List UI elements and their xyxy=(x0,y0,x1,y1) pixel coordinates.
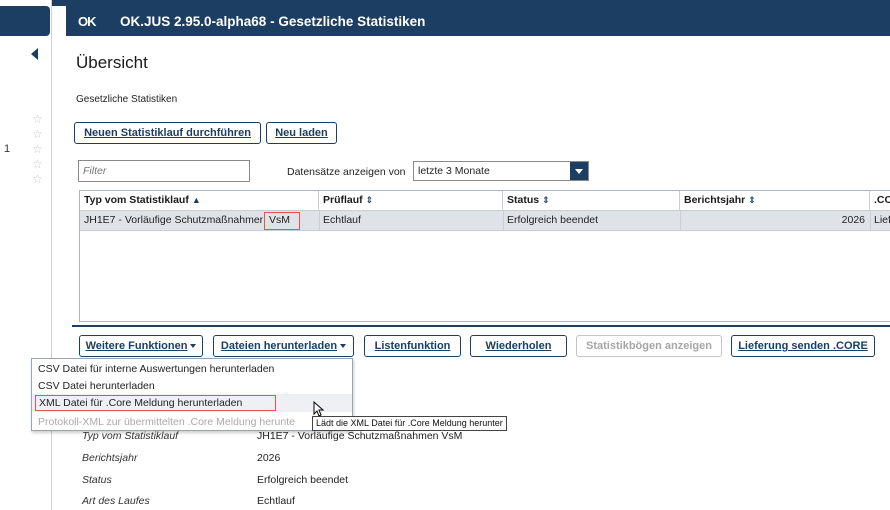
star-outline-icon[interactable]: ☆ xyxy=(32,112,43,127)
cell-type: JH1E7 - Vorläufige Schutzmaßnahmen xyxy=(84,214,263,226)
column-header-type[interactable]: Typ vom Statistiklauf ▲ xyxy=(80,191,319,211)
chevron-left-icon[interactable] xyxy=(31,48,38,60)
star-outline-icon[interactable]: ☆ xyxy=(32,142,43,157)
tooltip: Lädt die XML Datei für .Core Meldung her… xyxy=(312,416,507,431)
detail-value: 2026 xyxy=(257,452,281,464)
sidebar: ☆ ☆ 1 ☆ ☆ ☆ xyxy=(0,0,52,510)
send-delivery-button[interactable]: Lieferung senden .CORE xyxy=(731,335,875,357)
caret-down-icon xyxy=(190,344,197,348)
breadcrumb: Gesetzliche Statistiken xyxy=(76,94,178,105)
sort-ascending-icon[interactable]: ▲ xyxy=(192,195,201,205)
star-outline-icon[interactable]: ☆ xyxy=(32,157,43,172)
detail-label: Berichtsjahr xyxy=(82,452,138,464)
column-header-core[interactable]: .CO xyxy=(870,191,890,211)
detail-label: Status xyxy=(82,474,112,486)
favorite-item[interactable]: ☆ xyxy=(0,127,46,142)
sidebar-header xyxy=(0,6,50,36)
detail-value: Echtlauf xyxy=(257,495,295,507)
divider xyxy=(72,325,890,327)
favorite-item[interactable]: ☆ xyxy=(0,157,46,172)
detail-value: Erfolgreich beendet xyxy=(257,474,349,486)
table-header: Typ vom Statistiklauf ▲ Prüflauf ⇕ Status ⇕… xyxy=(80,191,890,211)
favorite-item[interactable]: ☆ xyxy=(0,112,46,127)
more-functions-button[interactable]: Weitere Funktionen xyxy=(79,335,203,357)
column-header-year[interactable]: Berichtsjahr ⇕ xyxy=(680,191,870,211)
table-row[interactable]: JH1E7 - Vorläufige Schutzmaßnahmen VsM E… xyxy=(80,211,890,231)
column-header-status[interactable]: Status ⇕ xyxy=(503,191,680,211)
repeat-button[interactable]: Wiederholen xyxy=(470,335,567,357)
range-select-value: letzte 3 Monate xyxy=(418,165,490,177)
title-bar: OK OK.JUS 2.95.0-alpha68 - Gesetzliche S… xyxy=(66,6,890,36)
statistics-table: Typ vom Statistiklauf ▲ Prüflauf ⇕ Status ⇕… xyxy=(79,190,890,322)
cell-status: Erfolgreich beendet xyxy=(507,214,599,226)
range-label: Datensätze anzeigen von xyxy=(287,166,406,178)
sort-icon[interactable]: ⇕ xyxy=(748,195,756,205)
menu-item-csv[interactable]: CSV Datei herunterladen xyxy=(38,378,155,394)
download-menu: CSV Datei für interne Auswertungen herun… xyxy=(31,358,353,431)
filter-input[interactable] xyxy=(78,160,250,182)
range-select[interactable]: letzte 3 Monate xyxy=(413,161,589,181)
app-logo: OK xyxy=(78,13,97,29)
sort-icon[interactable]: ⇕ xyxy=(366,195,374,205)
new-statistics-run-button[interactable]: Neuen Statistiklauf durchführen xyxy=(74,122,261,144)
menu-item-protocol-xml[interactable]: Protokoll-XML zur übermittelten .Core Me… xyxy=(38,414,295,430)
caret-down-icon xyxy=(340,344,347,348)
sort-icon[interactable]: ⇕ xyxy=(542,195,550,205)
cell-core: Lief xyxy=(874,214,890,226)
page-title: Übersicht xyxy=(76,53,148,72)
favorite-item[interactable]: 1 ☆ xyxy=(0,142,46,157)
favorites-list: ☆ ☆ 1 ☆ ☆ ☆ xyxy=(0,112,46,187)
reload-button[interactable]: Neu laden xyxy=(266,122,337,144)
detail-label: Typ vom Statistiklauf xyxy=(82,430,179,442)
detail-value: JH1E7 - Vorläufige Schutzmaßnahmen VsM xyxy=(257,430,463,442)
column-header-check-run[interactable]: Prüflauf ⇕ xyxy=(319,191,503,211)
star-outline-icon[interactable]: ☆ xyxy=(32,172,43,187)
menu-item-xml-core[interactable]: XML Datei für .Core Meldung herunterlade… xyxy=(35,395,276,411)
show-forms-button[interactable]: Statistikbögen anzeigen xyxy=(576,335,722,357)
detail-label: Art des Laufes xyxy=(82,495,150,507)
menu-item-csv-internal[interactable]: CSV Datei für interne Auswertungen herun… xyxy=(38,361,274,377)
chevron-down-icon[interactable] xyxy=(570,162,588,180)
favorite-item[interactable]: ☆ xyxy=(0,172,46,187)
mouse-cursor-icon xyxy=(313,401,325,417)
download-files-button[interactable]: Dateien herunterladen xyxy=(213,335,354,357)
cell-year: 2026 xyxy=(841,214,865,226)
star-outline-icon[interactable]: ☆ xyxy=(32,127,43,142)
favorite-number: 1 xyxy=(4,143,11,155)
list-function-button[interactable]: Listenfunktion xyxy=(364,335,461,357)
highlight-box xyxy=(264,212,300,230)
window-title: OK.JUS 2.95.0-alpha68 - Gesetzliche Stat… xyxy=(120,13,426,29)
cell-check-run: Echtlauf xyxy=(323,214,361,226)
